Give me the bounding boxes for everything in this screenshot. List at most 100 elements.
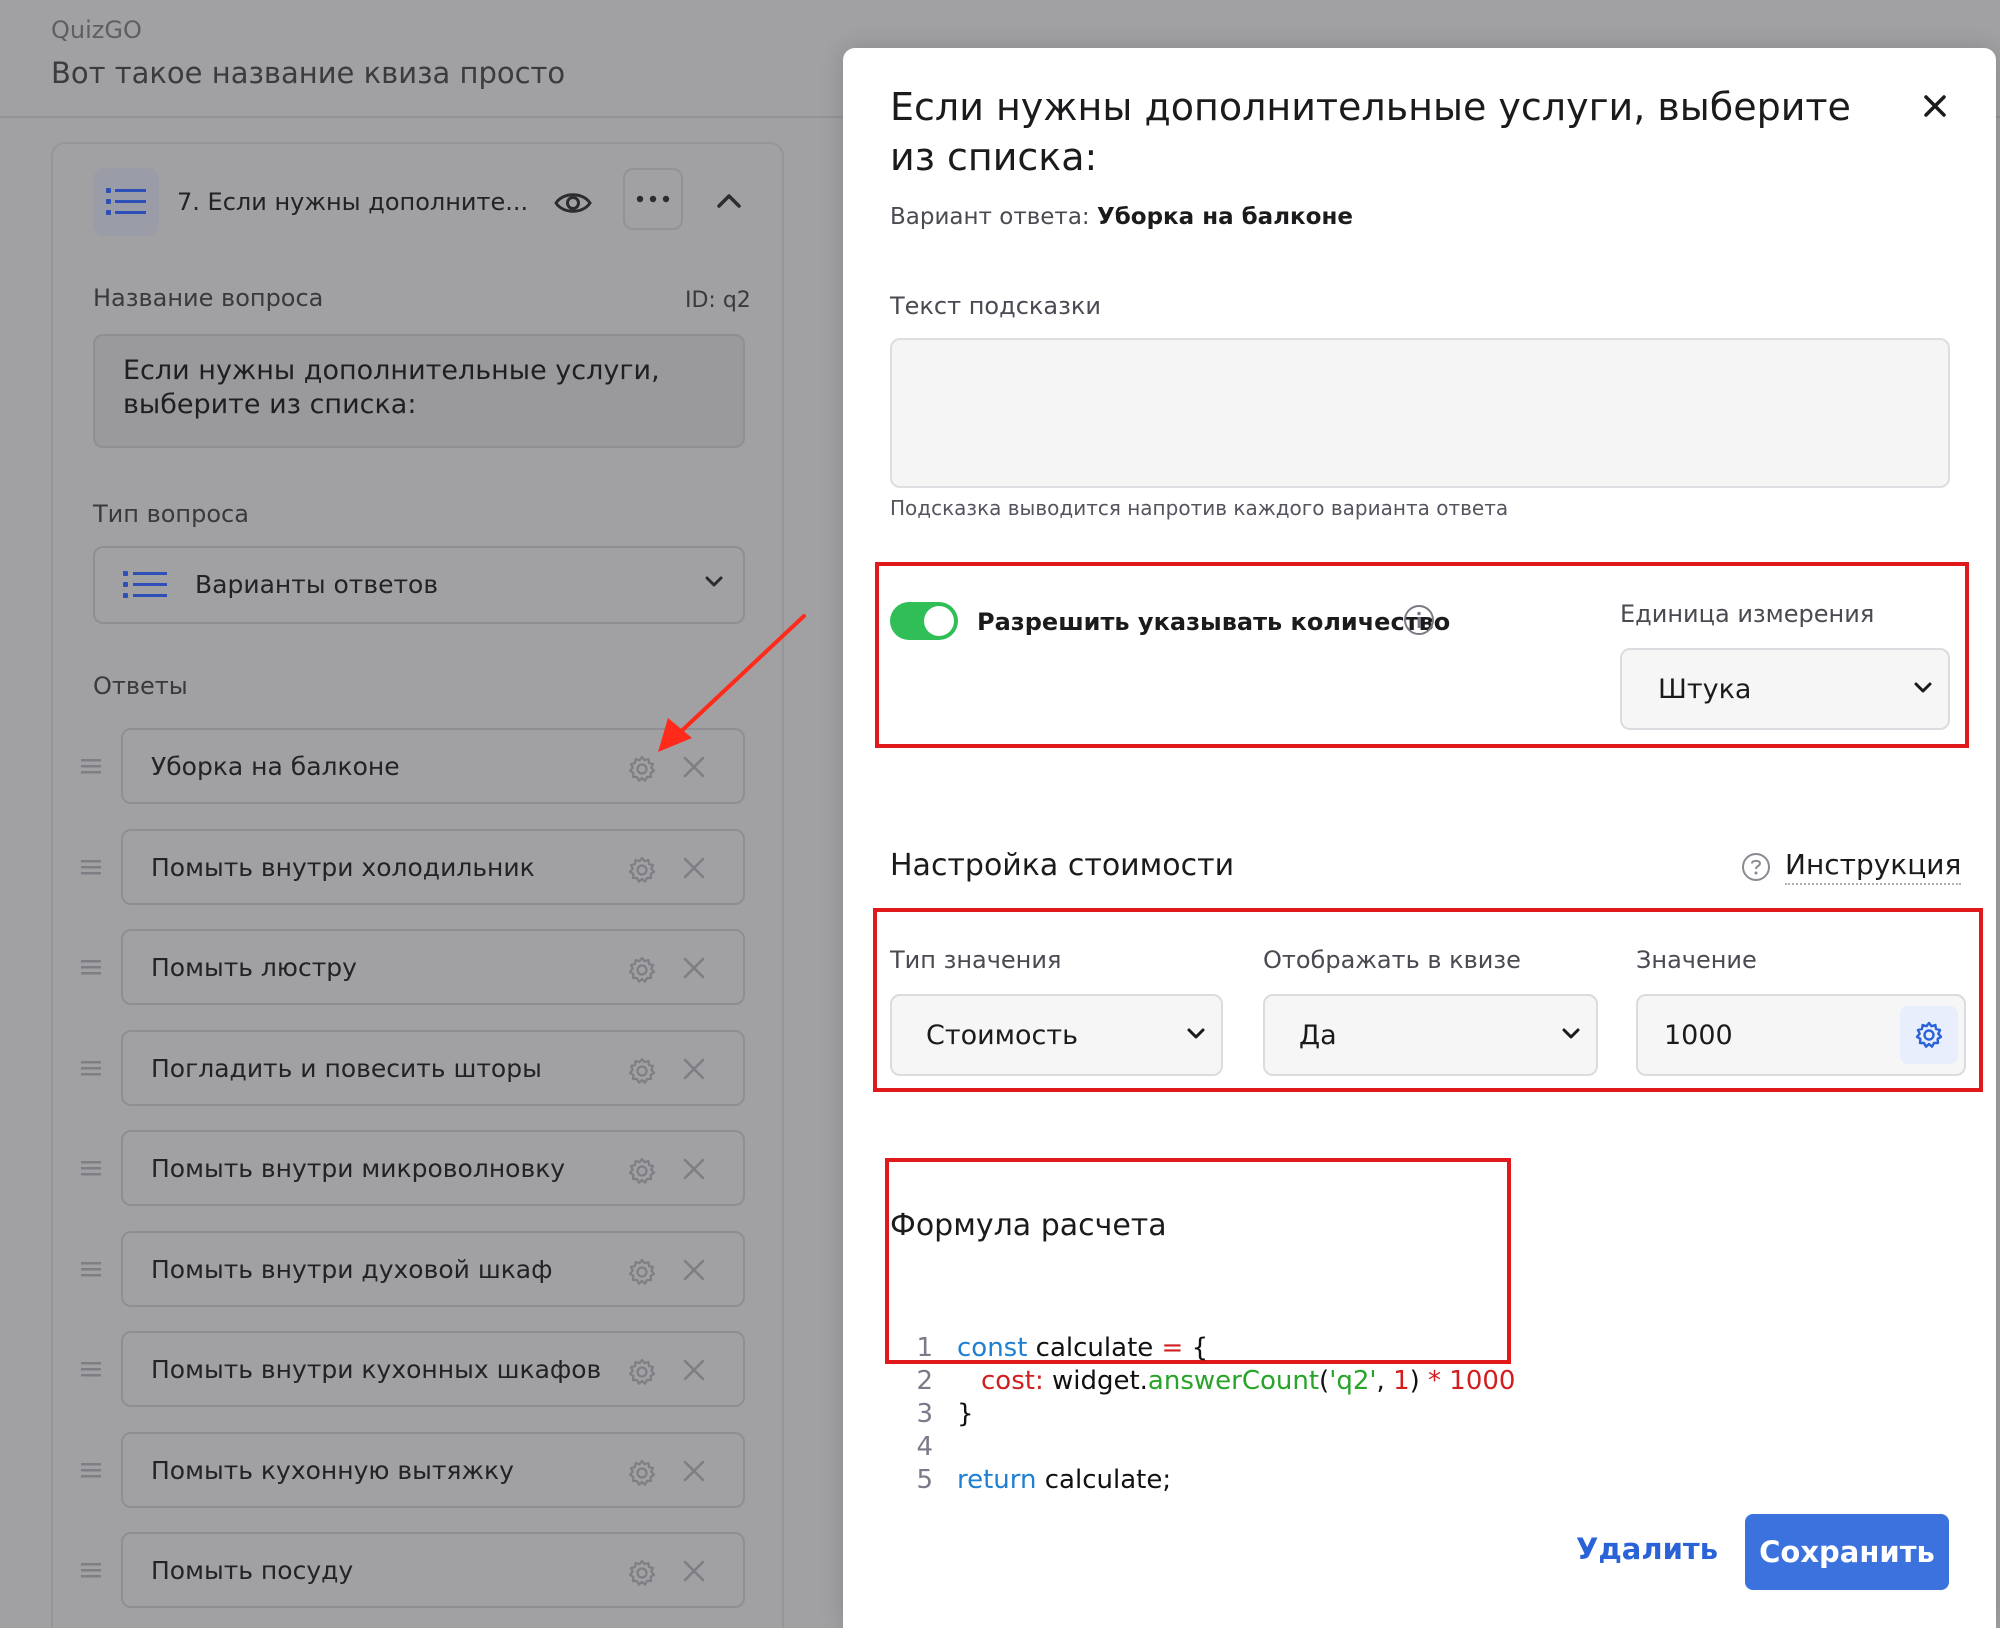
- answer-row: Помыть внутри духовой шкаф: [81, 1230, 745, 1307]
- gear-icon[interactable]: [627, 855, 657, 889]
- answer-text: Помыть кухонную вытяжку: [151, 1455, 514, 1485]
- answer-settings-modal: Если нужны дополнительные услуги, выбери…: [843, 48, 1996, 1628]
- allow-quantity-toggle[interactable]: [890, 602, 958, 640]
- unit-label: Единица измерения: [1620, 600, 1875, 628]
- more-options-button[interactable]: [623, 168, 683, 230]
- chevron-up-icon[interactable]: [713, 186, 745, 216]
- question-card-title: 7. Если нужны дополните...: [177, 188, 529, 216]
- gear-icon[interactable]: [627, 1558, 657, 1592]
- value-type-label: Тип значения: [890, 946, 1062, 974]
- close-icon[interactable]: [681, 1257, 707, 1287]
- question-card: 7. Если нужны дополните... Название вопр…: [51, 142, 784, 1628]
- eye-icon[interactable]: [553, 186, 593, 220]
- answer-input[interactable]: Помыть внутри кухонных шкафов: [121, 1331, 745, 1407]
- answer-input[interactable]: Помыть внутри микроволновку: [121, 1130, 745, 1206]
- answer-text: Погладить и повесить шторы: [151, 1053, 542, 1083]
- question-name-textarea[interactable]: Если нужны дополнительные услуги, выбери…: [93, 334, 745, 448]
- code-token: calculate: [1027, 1333, 1162, 1363]
- hint-help-text: Подсказка выводится напротив каждого вар…: [890, 496, 1509, 520]
- gear-icon[interactable]: [1900, 1006, 1958, 1064]
- info-icon[interactable]: [1403, 604, 1435, 640]
- answer-text: Уборка на балконе: [151, 752, 400, 781]
- close-icon[interactable]: [681, 1458, 707, 1488]
- show-in-quiz-value: Да: [1299, 1020, 1337, 1051]
- question-type-label: Тип вопроса: [93, 500, 249, 528]
- quiz-title[interactable]: Вот такое название квиза просто: [51, 56, 565, 90]
- drag-handle-icon[interactable]: [81, 1359, 101, 1379]
- answer-input[interactable]: Помыть люстру: [121, 929, 745, 1005]
- formula-title: Формула расчета: [890, 1208, 1167, 1243]
- drag-handle-icon[interactable]: [81, 1158, 101, 1178]
- gear-icon[interactable]: [627, 1156, 657, 1190]
- answer-row: Помыть посуду: [81, 1532, 745, 1608]
- code-token: 'q2': [1329, 1366, 1377, 1396]
- value-type-value: Стоимость: [926, 1020, 1079, 1051]
- code-token: ): [1409, 1366, 1420, 1396]
- save-button[interactable]: Сохранить: [1745, 1514, 1949, 1590]
- code-token: (: [1319, 1366, 1330, 1396]
- answer-text: Помыть посуду: [151, 1556, 354, 1585]
- code-token: answerCount: [1147, 1366, 1320, 1396]
- close-icon[interactable]: [681, 1156, 707, 1186]
- code-token: =: [1161, 1333, 1184, 1363]
- gear-icon[interactable]: [627, 1458, 657, 1492]
- code-token: const: [957, 1333, 1028, 1363]
- close-icon[interactable]: [681, 1558, 707, 1588]
- cost-settings-title: Настройка стоимости: [890, 848, 1235, 883]
- answer-input[interactable]: Помыть внутри духовой шкаф: [121, 1230, 745, 1307]
- delete-button[interactable]: Удалить: [1576, 1532, 1718, 1566]
- code-line: 5 return calculate;: [903, 1464, 1515, 1497]
- answer-row: Помыть кухонную вытяжку: [81, 1431, 745, 1508]
- value-input[interactable]: 1000: [1636, 994, 1966, 1076]
- answers-label: Ответы: [93, 672, 188, 700]
- answer-input[interactable]: Помыть кухонную вытяжку: [121, 1431, 745, 1508]
- chevron-down-icon: [1912, 680, 1934, 700]
- gear-icon[interactable]: [627, 1257, 657, 1291]
- drag-handle-icon[interactable]: [81, 1460, 101, 1480]
- show-in-quiz-select[interactable]: Да: [1263, 994, 1598, 1076]
- answer-input[interactable]: Погладить и повесить шторы: [121, 1029, 745, 1106]
- answer-input[interactable]: Помыть посуду: [121, 1532, 745, 1608]
- question-id-label: ID: q2: [685, 288, 751, 313]
- line-number: 3: [916, 1399, 933, 1429]
- code-line: 1 const calculate = {: [903, 1332, 1515, 1365]
- instruction-link[interactable]: Инструкция: [1785, 848, 1962, 885]
- drag-handle-icon[interactable]: [81, 1058, 101, 1078]
- variant-line: Вариант ответа: Уборка на балконе: [890, 204, 1353, 230]
- answer-row: Помыть внутри холодильник: [81, 828, 745, 905]
- code-line: 4: [903, 1431, 1515, 1464]
- gear-icon[interactable]: [627, 1056, 657, 1090]
- value-label: Значение: [1636, 946, 1757, 974]
- close-icon[interactable]: [681, 955, 707, 985]
- hint-textarea[interactable]: [890, 338, 1950, 488]
- chevron-down-icon: [1560, 1026, 1582, 1046]
- drag-handle-icon[interactable]: [81, 1259, 101, 1279]
- variant-value: Уборка на балконе: [1097, 204, 1353, 230]
- question-circle-icon[interactable]: [1741, 852, 1771, 886]
- answer-input[interactable]: Помыть внутри холодильник: [121, 828, 745, 905]
- drag-handle-icon[interactable]: [81, 1560, 101, 1580]
- gear-icon[interactable]: [627, 1357, 657, 1391]
- close-icon[interactable]: [681, 1357, 707, 1387]
- app-name: QuizGO: [51, 16, 142, 44]
- formula-code-editor[interactable]: 1 const calculate = { 2 cost: widget.answe…: [903, 1332, 1515, 1497]
- drag-handle-icon[interactable]: [81, 756, 101, 776]
- value-type-select[interactable]: Стоимость: [890, 994, 1223, 1076]
- gear-icon[interactable]: [627, 955, 657, 989]
- question-card-header[interactable]: 7. Если нужны дополните...: [93, 168, 753, 242]
- question-name-label: Название вопроса: [93, 284, 324, 312]
- drag-handle-icon[interactable]: [81, 957, 101, 977]
- code-token: calculate;: [1036, 1465, 1172, 1495]
- variant-prefix: Вариант ответа:: [890, 204, 1090, 230]
- allow-quantity-label: Разрешить указывать количество: [977, 608, 1451, 636]
- unit-select[interactable]: Штука: [1620, 648, 1950, 730]
- close-icon[interactable]: [681, 1056, 707, 1086]
- drag-handle-icon[interactable]: [81, 857, 101, 877]
- close-button[interactable]: [1915, 86, 1955, 126]
- close-icon[interactable]: [681, 855, 707, 885]
- line-number: 2: [916, 1366, 933, 1396]
- value-input-text: 1000: [1664, 1020, 1733, 1051]
- close-icon: [1924, 95, 1946, 117]
- show-in-quiz-label: Отображать в квизе: [1263, 946, 1521, 974]
- code-token: return: [957, 1465, 1037, 1495]
